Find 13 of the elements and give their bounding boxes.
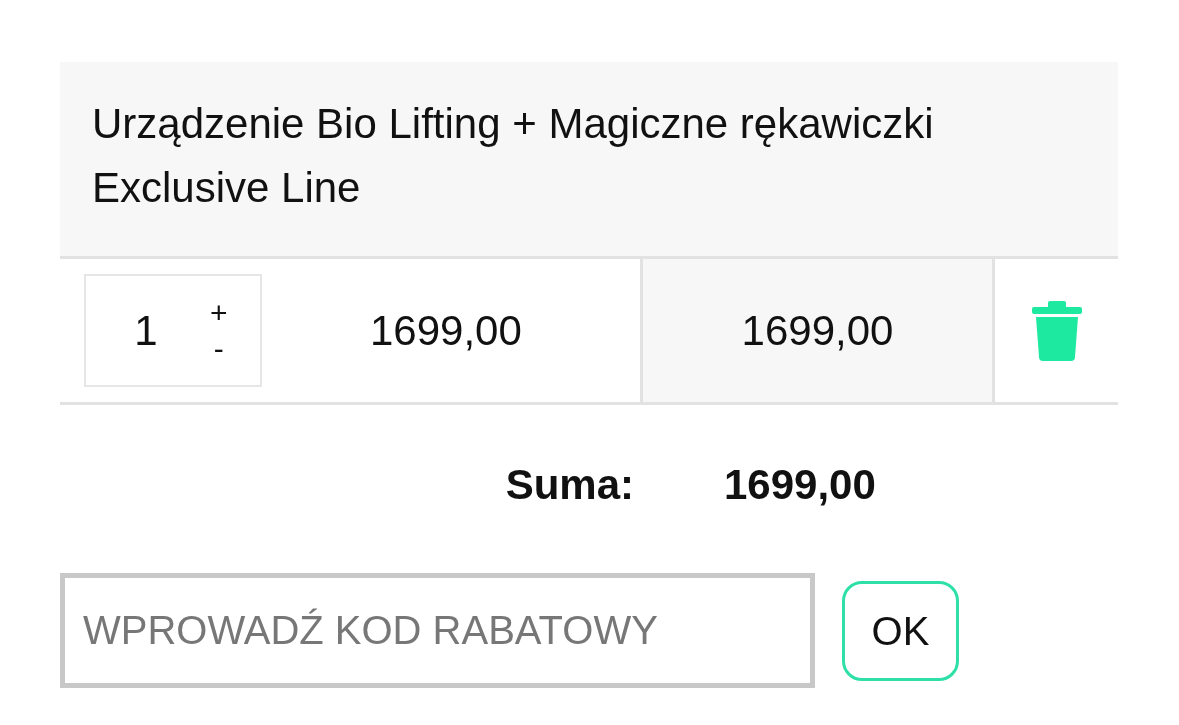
trash-icon <box>1031 300 1082 361</box>
delete-button[interactable] <box>1031 300 1082 361</box>
quantity-input[interactable]: 1 <box>86 299 206 362</box>
line-total: 1699,00 <box>741 306 894 356</box>
sum-label: Suma: <box>504 459 634 510</box>
discount-code-field[interactable]: WPROWADŹ KOD RABATOWY <box>60 573 815 688</box>
product-name: Urządzenie Bio Lifting + Magiczne rękawiczki Exclusive Line <box>92 99 935 213</box>
unit-price: 1699,00 <box>370 306 522 356</box>
increment-button[interactable]: + <box>206 294 232 331</box>
decrement-button[interactable]: - <box>209 330 228 367</box>
sum-total: 1699,00 <box>724 459 876 510</box>
ok-button[interactable]: OK <box>842 580 959 681</box>
quantity-stepper[interactable]: 1 + - <box>84 274 262 387</box>
